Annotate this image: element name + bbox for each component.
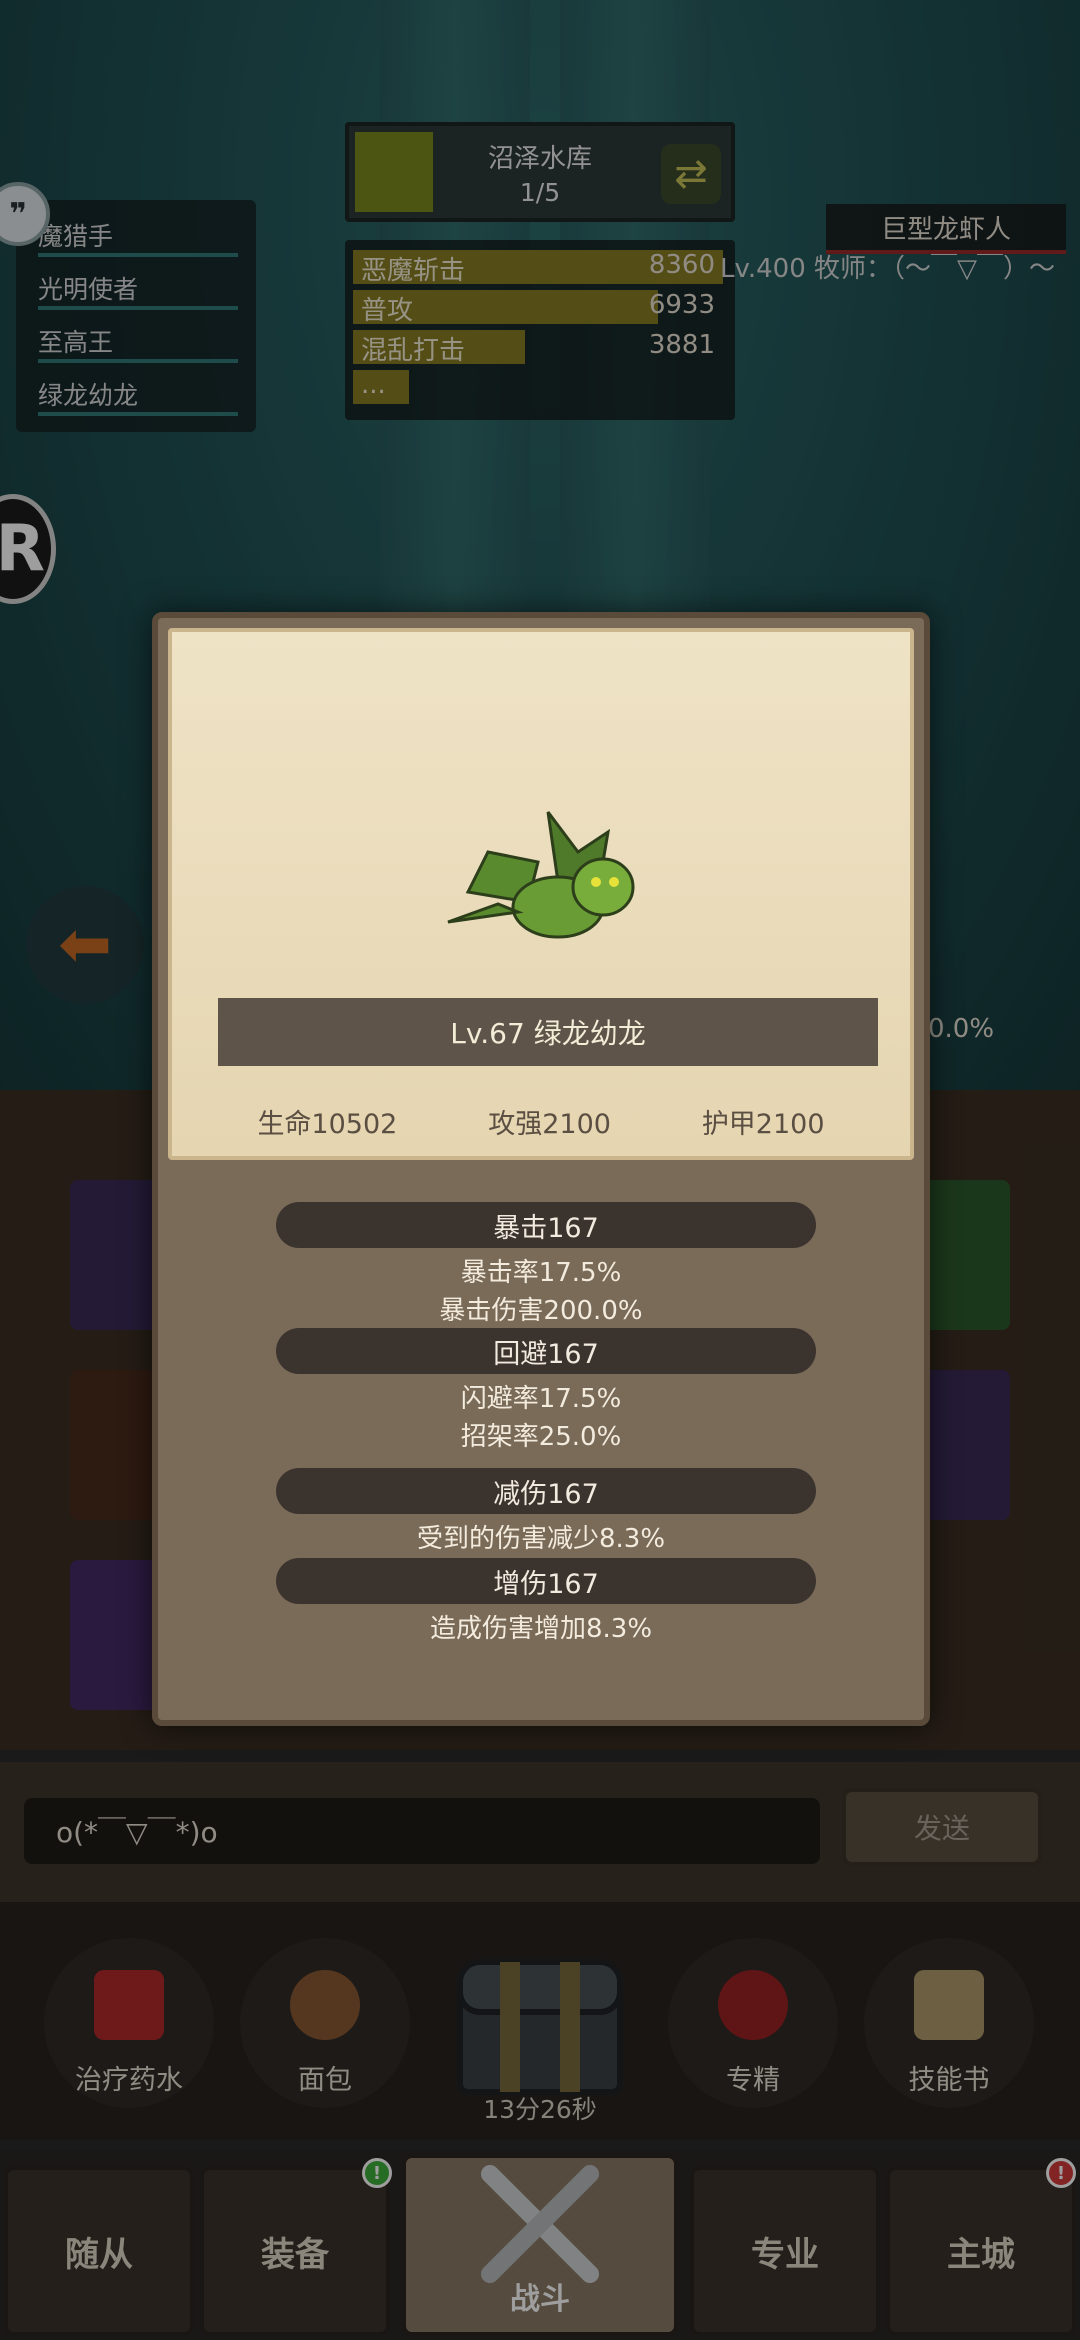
crit-header: 暴击167 xyxy=(276,1202,816,1248)
dodge-header: 回避167 xyxy=(276,1328,816,1374)
base-stats: 生命10502 攻强2100 护甲2100 xyxy=(172,1102,910,1141)
follower-detail-modal: Lv.67 绿龙幼龙 生命10502 攻强2100 护甲2100 暴击167 暴… xyxy=(152,612,930,1726)
green-dragon-icon xyxy=(447,811,635,939)
damage-reduction-header: 减伤167 xyxy=(276,1468,816,1514)
parchment-card: Lv.67 绿龙幼龙 生命10502 攻强2100 护甲2100 xyxy=(168,628,914,1160)
stat-line: 造成伤害增加8.3% xyxy=(429,1614,653,1644)
follower-name-banner: Lv.67 绿龙幼龙 xyxy=(218,998,878,1066)
stat-line: 受到的伤害减少8.3% xyxy=(416,1524,666,1554)
attack-stat: 攻强2100 xyxy=(488,1109,611,1140)
stat-line: 招架率25.0% xyxy=(460,1422,622,1452)
hp-stat: 生命10502 xyxy=(257,1109,398,1140)
stat-line: 暴击率17.5% xyxy=(460,1258,622,1288)
stat-line: 暴击伤害200.0% xyxy=(439,1296,643,1326)
damage-increase-header: 增伤167 xyxy=(276,1558,816,1604)
stat-line: 闪避率17.5% xyxy=(460,1384,622,1414)
armor-stat: 护甲2100 xyxy=(701,1109,825,1140)
